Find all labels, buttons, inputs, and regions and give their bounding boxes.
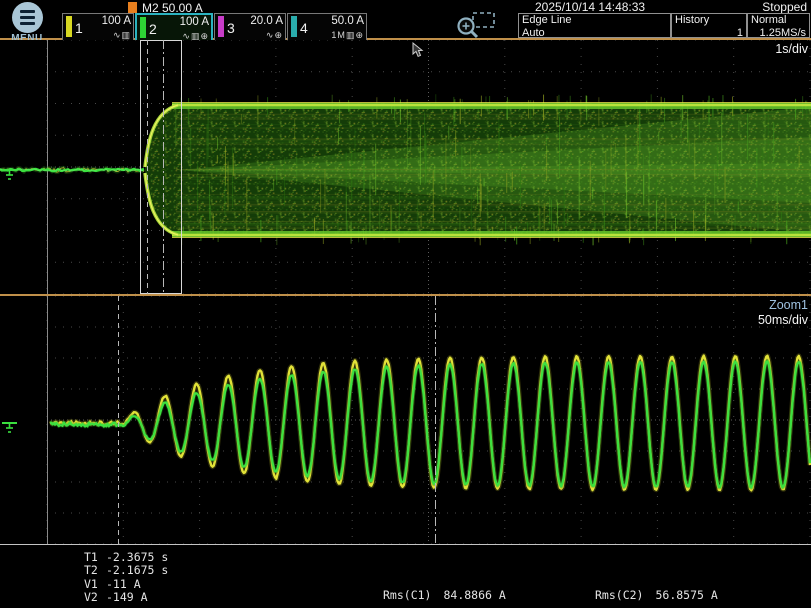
channel-1-color-bar	[66, 16, 72, 37]
main-waveform-area[interactable]: 1s/div	[0, 40, 811, 296]
zoom-tool-icon[interactable]	[452, 11, 498, 41]
measurement-1: Rms(C1)84.8866 A	[383, 588, 506, 602]
readout-bar: T1-2.3675 sT2-2.1675 sV1-11 AV2-149 A Rm…	[0, 545, 811, 608]
history-value: 1	[675, 27, 743, 40]
acquisition-mode: Normal	[751, 14, 806, 27]
ground-marker	[2, 423, 17, 432]
channel-number: 4	[300, 20, 308, 36]
channel-scale: 100 A	[159, 16, 209, 28]
channel-number: 3	[227, 20, 235, 36]
menu-icon	[12, 2, 43, 33]
history-box[interactable]: History 1	[671, 13, 747, 38]
channel-2-color-bar	[140, 17, 146, 38]
main-timebase-label: 1s/div	[775, 42, 808, 57]
channel-4-color-bar	[291, 16, 297, 37]
math2-color-swatch	[128, 2, 137, 13]
mouse-pointer-icon	[413, 43, 422, 56]
zoom-timebase-label: 50ms/div	[758, 313, 808, 328]
impedance-1m-icon: 1M	[331, 30, 346, 40]
trigger-type: Edge Line	[522, 14, 667, 27]
acquisition-mode-box[interactable]: Normal 1.25MS/s	[747, 13, 810, 38]
history-label: History	[675, 14, 743, 27]
channel-scale: 100 A	[85, 15, 131, 27]
main-waveform-canvas	[0, 40, 811, 294]
channel-1-box[interactable]: 1100 A∿▥	[62, 13, 134, 42]
measurement-2: Rms(C2)56.8575 A	[595, 588, 718, 602]
channel-scale: 50.0 A	[310, 15, 364, 27]
cursor-readout-t2: T2-2.1675 s	[84, 564, 168, 577]
cursor-readout-v1: V1-11 A	[84, 578, 168, 591]
zoom-waveform-canvas	[0, 296, 811, 544]
channel-3-color-bar	[218, 16, 224, 37]
top-bar: MENU M2 50.00 A 1100 A∿▥2100 A∿▥⊕320.0 A…	[0, 0, 811, 40]
cursor-readouts: T1-2.3675 sT2-2.1675 sV1-11 AV2-149 A	[84, 551, 168, 605]
acquisition-status: Stopped	[762, 0, 807, 14]
trigger-mode: Auto	[522, 27, 667, 40]
sample-rate: 1.25MS/s	[751, 27, 806, 40]
channel-scale: 20.0 A	[237, 15, 283, 27]
zoom-label: Zoom1	[758, 298, 808, 313]
cursor-readout-v2: V2-149 A	[84, 591, 168, 604]
filter-icon: ▥	[121, 30, 131, 40]
channel-number: 1	[75, 20, 83, 36]
channel-4-box[interactable]: 450.0 A1M▥⊕	[287, 13, 367, 42]
menu-button[interactable]: MENU	[4, 2, 50, 44]
probe-icon: ⊕	[274, 30, 283, 40]
channel-3-box[interactable]: 320.0 A∿⊕	[214, 13, 286, 42]
trigger-settings-box[interactable]: Edge Line Auto	[518, 13, 671, 38]
probe-icon: ⊕	[355, 30, 364, 40]
zoom-waveform-area[interactable]: Zoom1 50ms/div	[0, 296, 811, 545]
channel-number: 2	[149, 21, 157, 37]
cursor-readout-t1: T1-2.3675 s	[84, 551, 168, 564]
datetime-label: 2025/10/14 14:48:33	[535, 0, 645, 14]
oscilloscope-screen: MENU M2 50.00 A 1100 A∿▥2100 A∿▥⊕320.0 A…	[0, 0, 811, 608]
